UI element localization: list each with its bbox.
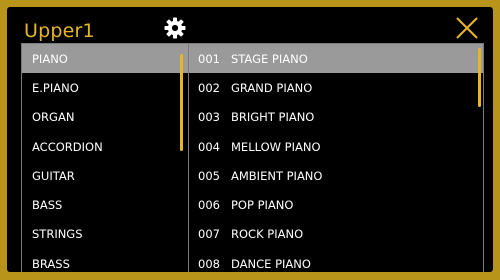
tone-number: 006 <box>198 198 220 213</box>
tone-list-frame: PIANO E.PIANO ORGAN ACCORDION GUITAR BAS… <box>21 43 484 272</box>
category-item-organ[interactable]: ORGAN <box>22 103 188 132</box>
tone-number: 004 <box>198 139 220 154</box>
part-title: Upper1 <box>24 20 95 42</box>
tone-item[interactable]: 003 BRIGHT PIANO <box>189 103 483 132</box>
tone-name: ROCK PIANO <box>231 227 304 242</box>
category-item-strings[interactable]: STRINGS <box>22 220 188 249</box>
tone-item[interactable]: 004 MELLOW PIANO <box>189 132 483 161</box>
tone-number: 002 <box>198 80 220 95</box>
tone-item[interactable]: 005 AMBIENT PIANO <box>189 161 483 190</box>
tone-name: POP PIANO <box>231 198 294 213</box>
category-item-bass[interactable]: BASS <box>22 190 188 219</box>
category-scrollbar[interactable] <box>180 54 183 151</box>
tone-name: GRAND PIANO <box>231 80 313 95</box>
tone-item[interactable]: 001 STAGE PIANO <box>189 44 483 74</box>
tone-number: 008 <box>198 256 220 271</box>
category-item-guitar[interactable]: GUITAR <box>22 161 188 190</box>
category-label: BRASS <box>32 256 70 271</box>
tone-number: 005 <box>198 168 220 183</box>
category-label: ACCORDION <box>32 139 103 154</box>
category-label: STRINGS <box>32 227 83 242</box>
category-label: GUITAR <box>32 168 75 183</box>
category-label: PIANO <box>32 51 68 66</box>
tone-scrollbar[interactable] <box>478 48 481 107</box>
tone-name: MELLOW PIANO <box>231 139 321 154</box>
tone-item[interactable]: 007 ROCK PIANO <box>189 220 483 249</box>
category-item-piano[interactable]: PIANO <box>22 44 188 74</box>
gear-icon[interactable] <box>163 16 187 40</box>
tone-item[interactable]: 006 POP PIANO <box>189 190 483 219</box>
tone-select-panel: Upper1 PIANO E.PIANO ORGAN ACCORDION GUI… <box>7 7 493 272</box>
category-item-brass[interactable]: BRASS <box>22 249 188 272</box>
tone-name: DANCE PIANO <box>231 256 311 271</box>
tone-number: 001 <box>198 51 220 66</box>
tone-name: STAGE PIANO <box>231 51 308 66</box>
tone-item[interactable]: 008 DANCE PIANO <box>189 249 483 272</box>
category-label: E.PIANO <box>32 80 79 95</box>
tone-number: 003 <box>198 110 220 125</box>
category-list[interactable]: PIANO E.PIANO ORGAN ACCORDION GUITAR BAS… <box>22 44 188 272</box>
category-item-epiano[interactable]: E.PIANO <box>22 73 188 102</box>
close-icon[interactable] <box>454 15 480 41</box>
tone-list[interactable]: 001 STAGE PIANO 002 GRAND PIANO 003 BRIG… <box>189 44 483 272</box>
tone-item[interactable]: 002 GRAND PIANO <box>189 73 483 102</box>
tone-number: 007 <box>198 227 220 242</box>
tone-name: AMBIENT PIANO <box>231 168 323 183</box>
category-item-accordion[interactable]: ACCORDION <box>22 132 188 161</box>
category-label: ORGAN <box>32 110 75 125</box>
tone-name: BRIGHT PIANO <box>231 110 315 125</box>
category-label: BASS <box>32 198 63 213</box>
